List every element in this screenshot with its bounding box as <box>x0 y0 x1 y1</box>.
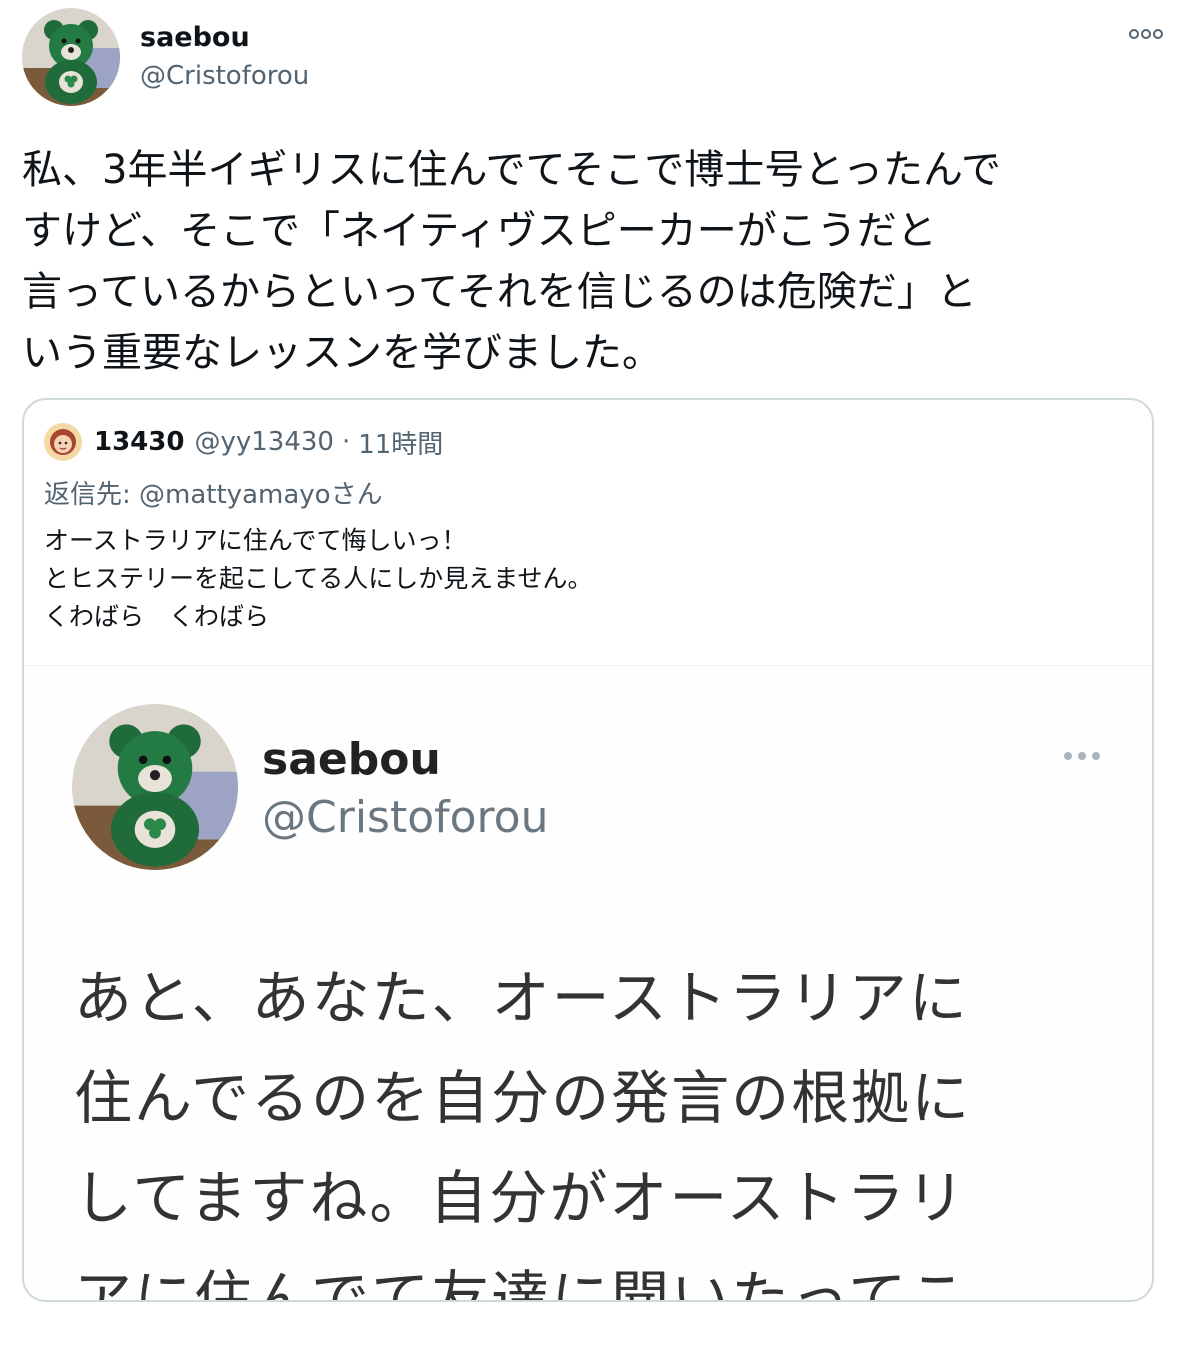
author-display-name[interactable]: saebou <box>140 22 309 54</box>
separator-dot: · <box>341 427 351 457</box>
author-names: saebou @Cristoforou <box>140 22 309 92</box>
image-author-avatar <box>72 704 238 870</box>
quoted-tweet-image[interactable]: saebou @Cristoforou あと、あなた、オーストラリアに 住んでる… <box>24 665 1152 1302</box>
quoted-tweet-header: 13430 @yy13430 · 11時間 <box>44 422 443 462</box>
tweet-text-line: 言っているからといってそれを信じるのは危険だ」と <box>22 269 977 315</box>
image-text-line: あと、あなた、オーストラリアに <box>74 964 969 1032</box>
tweet-text-line: いう重要なレッスンを学びました。 <box>22 330 662 376</box>
reply-to-suffix: さん <box>330 480 383 510</box>
quoted-text-line: とヒステリーを起こしてる人にしか見えません。 <box>44 564 593 593</box>
green-bear-avatar-icon <box>22 8 120 106</box>
more-horizontal-icon[interactable] <box>1126 24 1166 44</box>
tweet-text-line: 私、3年半イギリスに住んでてそこで博士号とったんで <box>22 147 1002 193</box>
quoted-tweet-card[interactable]: 13430 @yy13430 · 11時間 返信先: @mattyamayoさん… <box>22 398 1154 1302</box>
quoted-author-avatar[interactable] <box>44 423 82 461</box>
illustrated-avatar-icon <box>44 423 82 461</box>
quoted-timestamp[interactable]: 11時間 <box>358 424 443 461</box>
image-text-line: アに住んでて友達に聞いたってこ <box>74 1264 969 1302</box>
author-avatar[interactable] <box>22 8 120 106</box>
image-author-display-name: saebou <box>262 734 441 785</box>
more-horizontal-icon <box>1060 746 1104 766</box>
green-bear-avatar-icon <box>72 704 238 870</box>
tweet-text: 私、3年半イギリスに住んでてそこで博士号とったんで すけど、そこで「ネイティヴス… <box>22 140 1172 384</box>
quoted-text-line: オーストラリアに住んでて悔しいっ！ <box>44 526 467 555</box>
quoted-author-handle[interactable]: @yy13430 <box>194 427 333 457</box>
tweet-header: saebou @Cristoforou <box>22 8 1172 108</box>
image-tweet-text: あと、あなた、オーストラリアに 住んでるのを自分の発言の根拠に してますね。自分… <box>74 948 972 1302</box>
reply-to-prefix: 返信先: <box>44 480 140 510</box>
reply-to-mention[interactable]: @mattyamayo <box>139 480 331 510</box>
image-text-line: してますね。自分がオーストラリ <box>74 1164 967 1232</box>
tweet-text-line: すけど、そこで「ネイティヴスピーカーがこうだと <box>22 208 937 254</box>
quoted-author-display-name[interactable]: 13430 <box>94 427 184 457</box>
quoted-tweet-text: オーストラリアに住んでて悔しいっ！ とヒステリーを起こしてる人にしか見えません。… <box>44 522 593 636</box>
author-handle[interactable]: @Cristoforou <box>140 60 309 92</box>
quoted-text-line: くわばら くわばら <box>44 602 270 631</box>
reply-to-line: 返信先: @mattyamayoさん <box>44 474 383 511</box>
image-text-line: 住んでるのを自分の発言の根拠に <box>74 1064 972 1132</box>
image-author-handle: @Cristoforou <box>262 792 549 843</box>
